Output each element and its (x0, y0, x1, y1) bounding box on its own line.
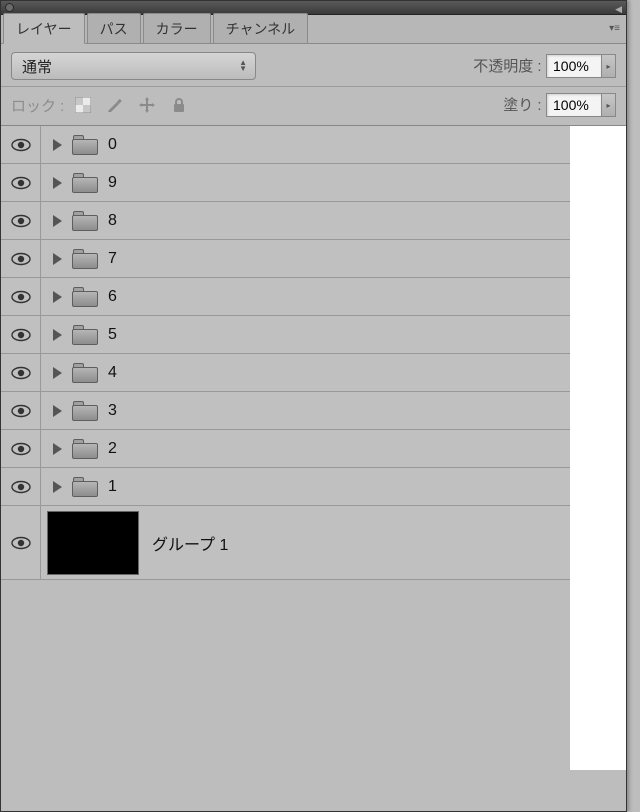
visibility-toggle[interactable] (1, 354, 41, 391)
layer-name[interactable]: 0 (108, 136, 117, 154)
layers-panel: ◀ レイヤー パス カラー チャンネル ▾≡ 通常 ▲▼ 不透明度 : ▸ ロッ… (0, 0, 627, 812)
eye-icon (11, 138, 31, 152)
folder-icon (72, 401, 98, 421)
visibility-toggle[interactable] (1, 430, 41, 467)
layer-row[interactable]: 5 (1, 316, 570, 354)
blend-mode-value: 通常 (22, 56, 52, 77)
folder-icon (72, 249, 98, 269)
layer-name[interactable]: 2 (108, 440, 117, 458)
fill-group: 塗り : ▸ (503, 93, 616, 117)
fill-input[interactable] (546, 93, 602, 117)
eye-icon (11, 328, 31, 342)
layer-name[interactable]: 4 (108, 364, 117, 382)
tab-channels[interactable]: チャンネル (213, 13, 309, 43)
visibility-toggle[interactable] (1, 392, 41, 429)
layer-thumbnail[interactable] (48, 512, 138, 574)
visibility-toggle[interactable] (1, 240, 41, 277)
folder-icon (72, 477, 98, 497)
layer-name[interactable]: 3 (108, 402, 117, 420)
eye-icon (11, 404, 31, 418)
lock-move-icon[interactable] (138, 96, 156, 114)
tab-color[interactable]: カラー (143, 13, 211, 43)
visibility-toggle[interactable] (1, 468, 41, 505)
folder-icon (72, 325, 98, 345)
lock-transparency-icon[interactable] (74, 96, 92, 114)
opacity-group: 不透明度 : ▸ (473, 54, 616, 78)
layer-name[interactable]: 9 (108, 174, 117, 192)
layer-list: 0 9 8 7 6 5 4 3 2 1 (1, 126, 570, 506)
tab-layers[interactable]: レイヤー (3, 13, 85, 44)
disclosure-triangle-icon[interactable] (53, 215, 62, 227)
layer-name[interactable]: グループ 1 (152, 531, 228, 555)
visibility-toggle[interactable] (1, 126, 41, 163)
layer-row[interactable]: 9 (1, 164, 570, 202)
disclosure-triangle-icon[interactable] (53, 481, 62, 493)
disclosure-triangle-icon[interactable] (53, 291, 62, 303)
eye-icon (11, 290, 31, 304)
opacity-input[interactable] (546, 54, 602, 78)
disclosure-triangle-icon[interactable] (53, 329, 62, 341)
layer-row[interactable]: 1 (1, 468, 570, 506)
eye-icon (11, 214, 31, 228)
visibility-toggle[interactable] (1, 164, 41, 201)
tab-paths[interactable]: パス (87, 13, 141, 43)
lock-paint-icon[interactable] (106, 96, 124, 114)
blend-mode-select[interactable]: 通常 ▲▼ (11, 52, 256, 80)
layer-name[interactable]: 5 (108, 326, 117, 344)
opacity-label: 不透明度 : (473, 58, 541, 75)
visibility-toggle[interactable] (1, 278, 41, 315)
disclosure-triangle-icon[interactable] (53, 253, 62, 265)
layer-name[interactable]: 6 (108, 288, 117, 306)
layer-row[interactable]: 7 (1, 240, 570, 278)
folder-icon (72, 211, 98, 231)
eye-icon (11, 480, 31, 494)
lock-label: ロック : (11, 95, 64, 116)
layer-row[interactable]: 8 (1, 202, 570, 240)
eye-icon (11, 252, 31, 266)
layer-row[interactable]: 3 (1, 392, 570, 430)
eye-icon (11, 366, 31, 380)
lock-icon-group (74, 96, 188, 114)
layer-name[interactable]: 1 (108, 478, 117, 496)
disclosure-triangle-icon[interactable] (53, 177, 62, 189)
disclosure-triangle-icon[interactable] (53, 367, 62, 379)
disclosure-triangle-icon[interactable] (53, 443, 62, 455)
disclosure-triangle-icon[interactable] (53, 139, 62, 151)
visibility-toggle[interactable] (1, 506, 41, 579)
layer-list-area: 0 9 8 7 6 5 4 3 2 1 グループ 1 (1, 126, 626, 770)
layer-name[interactable]: 7 (108, 250, 117, 268)
collapse-arrow-icon[interactable]: ◀ (615, 4, 622, 15)
lock-all-icon[interactable] (170, 96, 188, 114)
blend-opacity-row: 通常 ▲▼ 不透明度 : ▸ (1, 44, 626, 87)
visibility-toggle[interactable] (1, 316, 41, 353)
layer-row[interactable]: 0 (1, 126, 570, 164)
layer-row[interactable]: 2 (1, 430, 570, 468)
fill-dropdown-icon[interactable]: ▸ (602, 93, 616, 117)
folder-icon (72, 135, 98, 155)
eye-icon (11, 176, 31, 190)
tab-bar: レイヤー パス カラー チャンネル ▾≡ (1, 15, 626, 44)
folder-icon (72, 363, 98, 383)
updown-icon: ▲▼ (239, 60, 247, 72)
opacity-dropdown-icon[interactable]: ▸ (602, 54, 616, 78)
visibility-toggle[interactable] (1, 202, 41, 239)
layer-row[interactable]: 4 (1, 354, 570, 392)
close-dot-icon[interactable] (5, 3, 14, 12)
disclosure-triangle-icon[interactable] (53, 405, 62, 417)
folder-icon (72, 173, 98, 193)
fill-label: 塗り : (503, 97, 541, 114)
eye-icon (11, 536, 31, 550)
folder-icon (72, 439, 98, 459)
lock-fill-row: ロック : 塗り : ▸ (1, 87, 626, 126)
eye-icon (11, 442, 31, 456)
folder-icon (72, 287, 98, 307)
panel-menu-icon[interactable]: ▾≡ (609, 23, 620, 34)
layer-name[interactable]: 8 (108, 212, 117, 230)
layer-row[interactable]: 6 (1, 278, 570, 316)
layer-row-group[interactable]: グループ 1 (1, 506, 570, 580)
